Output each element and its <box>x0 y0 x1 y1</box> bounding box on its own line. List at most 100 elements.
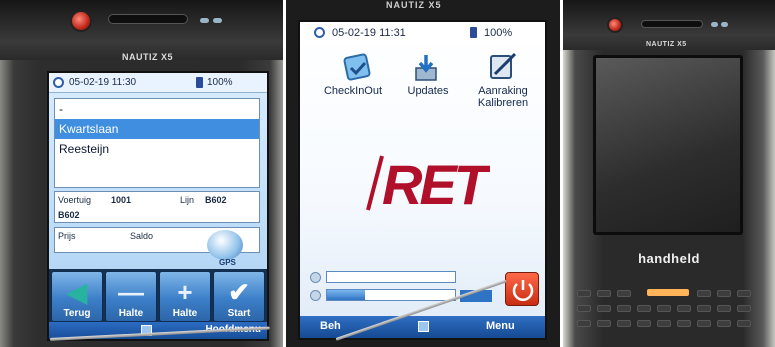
keypad-key[interactable] <box>597 320 611 327</box>
voertuig-value: 1001 <box>111 195 132 205</box>
status-led-icon <box>711 22 718 27</box>
keypad-key[interactable] <box>677 320 691 327</box>
keypad-key[interactable] <box>657 305 671 312</box>
halte-minus-button[interactable]: — Halte <box>105 271 157 322</box>
device-brand-label: NAUTIZ X5 <box>646 41 687 48</box>
handheld-label: handheld <box>638 251 700 266</box>
status-bar: 05-02-19 11:30 100% <box>49 73 267 93</box>
left-device-top-bezel <box>0 0 283 60</box>
battery-icon <box>470 27 477 38</box>
power-button-icon <box>607 17 623 33</box>
speaker-grille <box>108 14 188 24</box>
checkmark-icon: ✔ <box>228 277 250 307</box>
button-label: Halte <box>172 308 198 319</box>
keypad-key[interactable] <box>737 290 751 297</box>
terug-button[interactable]: ◀ Terug <box>51 271 103 322</box>
beheer-softkey[interactable]: Beh <box>320 320 341 332</box>
keypad-key[interactable] <box>577 305 591 312</box>
minus-icon: — <box>118 277 144 307</box>
keypad-key[interactable] <box>697 320 711 327</box>
keypad-key[interactable] <box>617 305 631 312</box>
volume-slider[interactable] <box>326 271 456 283</box>
right-device-screen-off <box>593 55 743 235</box>
saldo-label: Saldo <box>130 231 154 241</box>
voertuig-label: Voertuig <box>58 195 92 205</box>
list-item[interactable]: - <box>55 99 259 119</box>
keypad-key[interactable] <box>717 320 731 327</box>
middle-device-screen: 05-02-19 11:31 100% CheckInOut Updates A… <box>298 20 547 340</box>
button-label: Halte <box>118 308 144 319</box>
keypad-key[interactable] <box>657 320 671 327</box>
list-item[interactable]: Reesteijn <box>55 139 259 159</box>
keypad-key[interactable] <box>617 320 631 327</box>
plus-icon: + <box>177 277 193 307</box>
arrow-left-icon: ◀ <box>67 277 87 307</box>
device-brand-label: NAUTIZ X5 <box>386 0 442 10</box>
clock-icon <box>53 77 64 88</box>
keypad-key[interactable] <box>597 305 611 312</box>
keypad-key[interactable] <box>577 320 591 327</box>
keypad <box>577 285 761 345</box>
battery-percent: 100% <box>484 27 513 39</box>
status-datetime: 05-02-19 11:30 <box>69 77 137 88</box>
calibrate-icon[interactable] <box>485 50 521 82</box>
lijn-value: B602 <box>205 195 227 205</box>
brightness-slider-fill <box>327 290 366 300</box>
checkinout-icon[interactable] <box>340 52 376 84</box>
app-label[interactable]: CheckInOut <box>318 85 388 97</box>
battery-percent: 100% <box>207 77 233 88</box>
status-led-icon <box>200 18 209 23</box>
status-led-icon <box>721 22 728 27</box>
status-datetime: 05-02-19 11:31 <box>332 27 406 39</box>
taskbar: Beh Menu <box>300 316 545 338</box>
app-label[interactable]: Aanraking Kalibreren <box>468 85 538 109</box>
brightness-slider[interactable] <box>326 289 456 301</box>
device-brand-label: NAUTIZ X5 <box>122 52 174 62</box>
keypad-key[interactable] <box>637 320 651 327</box>
clock-icon <box>314 27 325 38</box>
halte-plus-button[interactable]: + Halte <box>159 271 211 322</box>
route-value: B602 <box>58 210 80 220</box>
button-label: Terug <box>63 308 91 319</box>
status-bar: 05-02-19 11:31 100% <box>300 22 545 44</box>
ret-logo-text: RET <box>382 153 490 212</box>
power-button-icon <box>70 10 92 32</box>
keypad-key[interactable] <box>697 305 711 312</box>
keypad-key[interactable] <box>697 290 711 297</box>
brightness-icon <box>310 290 321 301</box>
stop-list: - Kwartslaan Reesteijn <box>54 98 260 188</box>
button-label: Start <box>227 308 251 319</box>
start-button[interactable]: ✔ Start <box>213 271 265 322</box>
gps-label: GPS <box>219 258 236 267</box>
keypad-key[interactable] <box>637 305 651 312</box>
volume-icon <box>310 272 321 283</box>
action-button-row: ◀ Terug — Halte + Halte ✔ Start <box>49 269 267 324</box>
keypad-key[interactable] <box>577 290 591 297</box>
battery-icon <box>196 77 203 88</box>
orange-key[interactable] <box>647 289 689 296</box>
left-device-screen: 05-02-19 11:30 100% - Kwartslaan Reestei… <box>47 71 269 341</box>
keypad-key[interactable] <box>717 305 731 312</box>
keypad-key[interactable] <box>677 305 691 312</box>
gps-satellite-icon[interactable] <box>207 230 243 260</box>
menu-softkey[interactable]: Menu <box>486 320 515 332</box>
keypad-key[interactable] <box>617 290 631 297</box>
power-off-button[interactable] <box>505 272 539 306</box>
power-icon <box>512 280 534 301</box>
keypad-key[interactable] <box>717 290 731 297</box>
list-item-selected[interactable]: Kwartslaan <box>55 119 259 139</box>
left-device-photo: NAUTIZ X5 05-02-19 11:30 100% - Kwartsla… <box>0 0 283 347</box>
keypad-key[interactable] <box>737 305 751 312</box>
prijs-label: Prijs <box>58 231 76 241</box>
download-icon[interactable] <box>408 52 444 84</box>
app-label[interactable]: Updates <box>393 85 463 97</box>
middle-device-photo: NAUTIZ X5 05-02-19 11:31 100% CheckInOut… <box>286 0 560 347</box>
keypad-key[interactable] <box>597 290 611 297</box>
lijn-label: Lijn <box>180 195 195 205</box>
vehicle-info-panel: Voertuig 1001 Lijn B602 B602 <box>54 191 260 223</box>
ret-logo-icon: RET <box>366 153 490 212</box>
status-led-icon <box>213 18 222 23</box>
keypad-key[interactable] <box>737 320 751 327</box>
windows-start-icon[interactable] <box>418 321 429 332</box>
right-device-photo: NAUTIZ X5 handheld <box>563 0 775 347</box>
